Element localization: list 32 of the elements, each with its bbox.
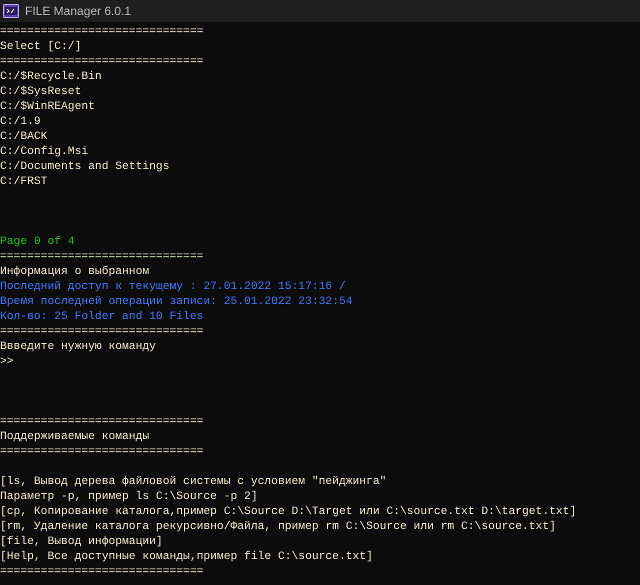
console-line: C:/BACK: [0, 131, 48, 143]
console-line: [ls, Вывод дерева файловой системы с условием "пейджинга": [0, 476, 386, 488]
console-line: C:/Documents and Settings: [0, 161, 170, 173]
console-line: ==============================: [0, 446, 204, 458]
console-line: C:/Config.Msi: [0, 146, 88, 158]
console-line: Page 0 of 4: [0, 236, 75, 248]
console-line: C:/$Recycle.Bin: [0, 71, 102, 83]
console-line: ==============================: [0, 251, 204, 263]
console-line: [cp, Копирование каталога,пример C:\Source D:\Target или C:\source.txt D:\target.txt]: [0, 506, 576, 518]
console-line: Параметр -p, пример ls C:\Source -p 2]: [0, 491, 258, 503]
console-line: >>: [0, 356, 14, 368]
console-line: [rm, Удаление каталога рекурсивно/Файла, пример rm C:\Source или rm C:\source.txt]: [0, 521, 556, 533]
console-line: Время последней операции записи: 25.01.2022 23:32:54: [0, 296, 353, 308]
console-line: ==============================: [0, 566, 204, 578]
console-line: C:/1.9: [0, 116, 41, 128]
console-line: C:/FRST: [0, 176, 48, 188]
console-line: Ввведите нужную команду: [0, 341, 156, 353]
console-line: C:/$SysReset: [0, 86, 82, 98]
console-line: Поддерживаемые команды: [0, 431, 150, 443]
console-line: ==============================: [0, 56, 204, 68]
console-app-icon: [3, 4, 19, 18]
console-line: Информация о выбранном: [0, 266, 150, 278]
console-line: [file, Вывод информации]: [0, 536, 163, 548]
console-line: [Help, Все доступные команды,пример file C:\source.txt]: [0, 551, 373, 563]
console-line: ==============================: [0, 26, 204, 38]
console-line: Последний доступ к текущему : 27.01.2022 15:17:16 /: [0, 281, 346, 293]
console-line: C:/$WinREAgent: [0, 101, 95, 113]
console-line: Кол-во: 25 Folder and 10 Files: [0, 311, 204, 323]
console-line: Select [C:/]: [0, 41, 82, 53]
window-title: FILE Manager 6.0.1: [25, 3, 132, 20]
console-line: ==============================: [0, 416, 204, 428]
console-line: ==============================: [0, 326, 204, 338]
